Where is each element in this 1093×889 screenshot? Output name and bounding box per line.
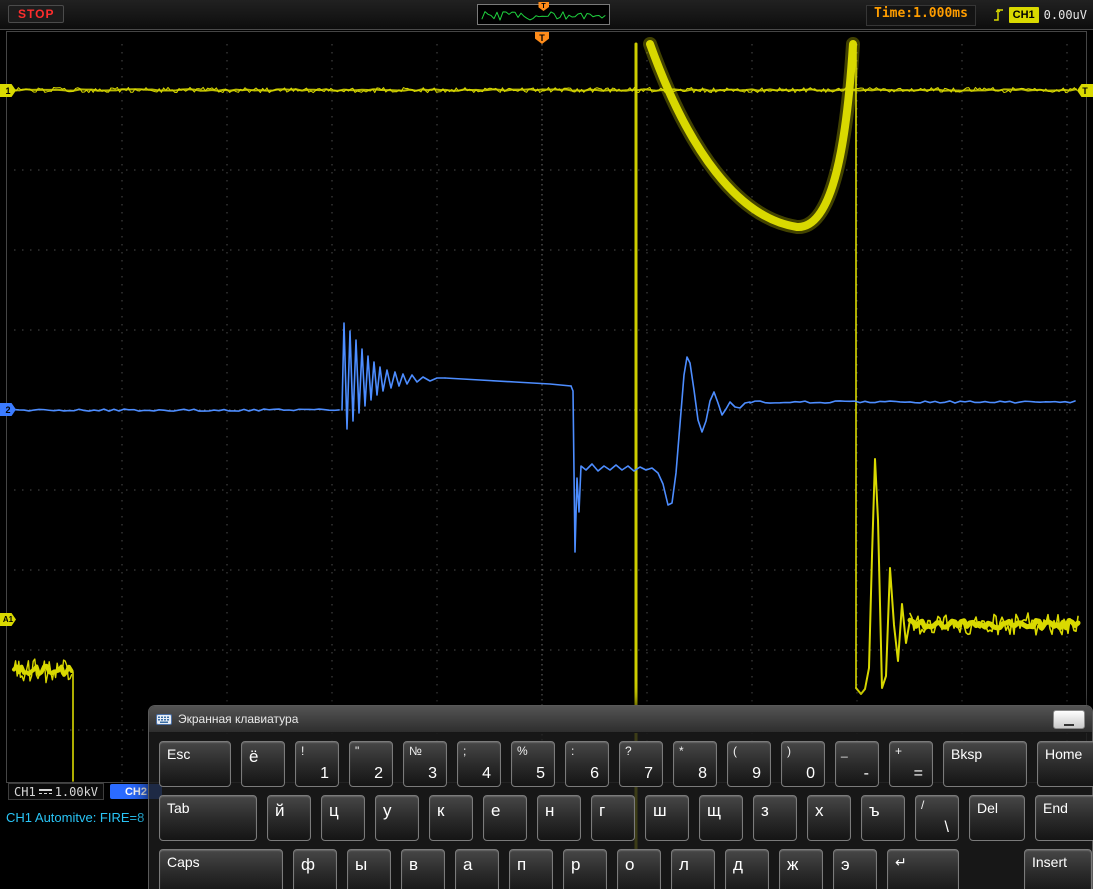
key-4[interactable]: ; 4 bbox=[457, 741, 501, 787]
acquisition-status: STOP bbox=[8, 5, 65, 23]
ch1-scale-channel: CH1 bbox=[14, 784, 36, 799]
key-9[interactable]: (9 bbox=[727, 741, 771, 787]
keyboard-row: Esc ё! 1 " 2 № 3; 4% 5:6? 7 * 8(9) 0 _ - + = Bksp Home bbox=[159, 741, 1093, 787]
key-tab[interactable]: Tab bbox=[159, 795, 257, 841]
trigger-source-badge: CH1 bbox=[1008, 7, 1039, 23]
decode-status-text: CH1 Automitve: FIRE=8 bbox=[6, 810, 145, 825]
key-п[interactable]: п bbox=[509, 849, 553, 889]
minimize-icon bbox=[1064, 723, 1074, 726]
ch1-scale-value: 1.00kV bbox=[54, 784, 99, 799]
key-backslash[interactable]: / \ bbox=[915, 795, 959, 841]
key-в[interactable]: в bbox=[401, 849, 445, 889]
key-ц[interactable]: ц bbox=[321, 795, 365, 841]
key-home[interactable]: Home bbox=[1037, 741, 1093, 787]
key-д[interactable]: д bbox=[725, 849, 769, 889]
key-io[interactable]: ё bbox=[241, 741, 285, 787]
key-е[interactable]: е bbox=[483, 795, 527, 841]
keyboard-row: Caps ф ы в а п р о л д ж э ↵ Insert bbox=[159, 849, 1092, 889]
keyboard-titlebar[interactable]: Экранная клавиатура bbox=[149, 706, 1092, 733]
timebase-readout: Time:1.000ms bbox=[866, 5, 976, 26]
key-ж[interactable]: ж bbox=[779, 849, 823, 889]
keyboard-icon bbox=[156, 713, 172, 725]
key-insert[interactable]: Insert bbox=[1024, 849, 1092, 889]
key-ы[interactable]: ы bbox=[347, 849, 391, 889]
keyboard-row: Tab й ц у к е н г ш щ з х ъ / \ Del End bbox=[159, 795, 1093, 841]
key-ф[interactable]: ф bbox=[293, 849, 337, 889]
oscilloscope-screen: STOP T Time:1.000ms CH1 0.00uV 1 2 A1 T … bbox=[0, 0, 1093, 889]
key-minus[interactable]: _ - bbox=[835, 741, 879, 787]
key-а[interactable]: а bbox=[455, 849, 499, 889]
key-э[interactable]: э bbox=[833, 849, 877, 889]
trigger-preview-box: T bbox=[477, 2, 610, 25]
key-2[interactable]: " 2 bbox=[349, 741, 393, 787]
key-у[interactable]: у bbox=[375, 795, 419, 841]
key-6[interactable]: :6 bbox=[565, 741, 609, 787]
key-р[interactable]: р bbox=[563, 849, 607, 889]
key-1[interactable]: ! 1 bbox=[295, 741, 339, 787]
graticule-frame bbox=[6, 31, 1087, 783]
trigger-readout: CH1 0.00uV bbox=[993, 5, 1087, 25]
key-к[interactable]: к bbox=[429, 795, 473, 841]
trigger-level-readout: 0.00uV bbox=[1043, 8, 1087, 22]
keyboard-rows: Esc ё! 1 " 2 № 3; 4% 5:6? 7 * 8(9) 0 _ - + = Bksp Home Tab й… bbox=[149, 733, 1093, 889]
keyboard-title: Экранная клавиатура bbox=[178, 712, 299, 726]
status-bar: STOP T Time:1.000ms CH1 0.00uV bbox=[0, 0, 1093, 30]
key-й[interactable]: й bbox=[267, 795, 311, 841]
key-bksp[interactable]: Bksp bbox=[943, 741, 1027, 787]
key-щ[interactable]: щ bbox=[699, 795, 743, 841]
trigger-edge-icon bbox=[993, 8, 1003, 21]
key-del[interactable]: Del bbox=[969, 795, 1025, 841]
key-ш[interactable]: ш bbox=[645, 795, 689, 841]
key-enter[interactable]: ↵ bbox=[887, 849, 959, 889]
key-equals[interactable]: + = bbox=[889, 741, 933, 787]
key-esc[interactable]: Esc bbox=[159, 741, 231, 787]
key-5[interactable]: % 5 bbox=[511, 741, 555, 787]
key-3[interactable]: № 3 bbox=[403, 741, 447, 787]
ch1-scale-readout: CH1 1.00kV bbox=[8, 783, 105, 800]
key-г[interactable]: г bbox=[591, 795, 635, 841]
key-caps[interactable]: Caps bbox=[159, 849, 283, 889]
key-л[interactable]: л bbox=[671, 849, 715, 889]
minimize-button[interactable] bbox=[1053, 709, 1085, 729]
key-8[interactable]: * 8 bbox=[673, 741, 717, 787]
key-х[interactable]: х bbox=[807, 795, 851, 841]
key-0[interactable]: ) 0 bbox=[781, 741, 825, 787]
key-end[interactable]: End bbox=[1035, 795, 1093, 841]
preview-wave bbox=[481, 11, 606, 21]
key-о[interactable]: о bbox=[617, 849, 661, 889]
dc-coupling-icon bbox=[38, 787, 52, 796]
key-ъ[interactable]: ъ bbox=[861, 795, 905, 841]
onscreen-keyboard-window: Экранная клавиатура Esc ё! 1 " 2 № 3; 4% 5:6? 7 * 8… bbox=[148, 705, 1093, 889]
key-з[interactable]: з bbox=[753, 795, 797, 841]
key-7[interactable]: ? 7 bbox=[619, 741, 663, 787]
key-н[interactable]: н bbox=[537, 795, 581, 841]
